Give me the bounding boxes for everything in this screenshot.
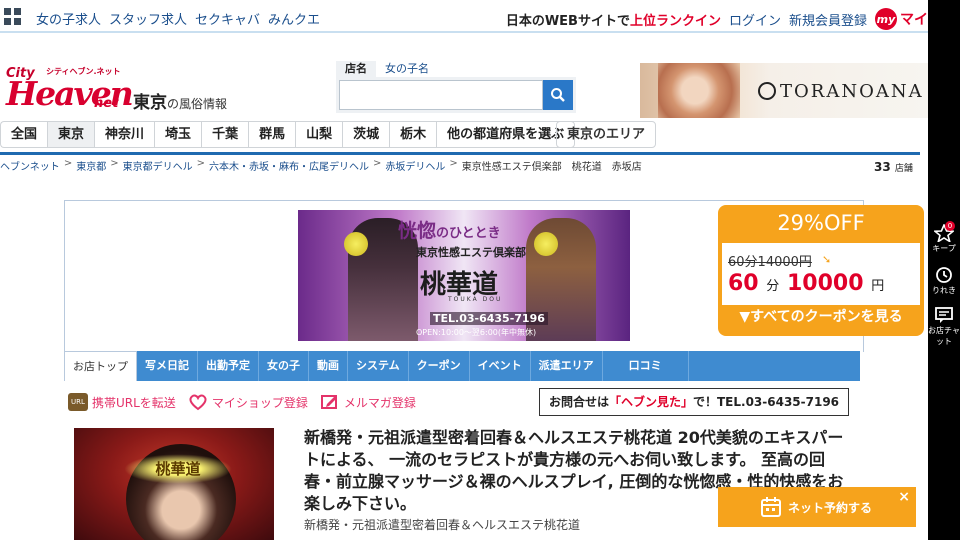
tab-event[interactable]: イベント xyxy=(470,351,531,381)
banner-logo-icon xyxy=(758,82,776,100)
tab-reviews[interactable]: 口コミ xyxy=(603,351,689,381)
tab-dispatch-area[interactable]: 派遣エリア xyxy=(531,351,603,381)
tab-system[interactable]: システム xyxy=(348,351,409,381)
banner-roman: TOUKA DOU xyxy=(448,296,503,303)
search-tabs: 店名 女の子名 xyxy=(336,61,438,77)
close-icon[interactable]: × xyxy=(898,489,910,505)
top-right-links: 日本のWEBサイトで上位ランクイン ログイン 新規会員登録 my マイ xyxy=(506,8,928,30)
breadcrumb-item[interactable]: ヘブンネット xyxy=(0,158,60,173)
send-mobile-url-button[interactable]: URL 携帯URLを転送 xyxy=(68,393,176,411)
banner-tel: TEL.03-6435-7196 xyxy=(430,312,548,325)
shop-chat-button[interactable]: お店チャット xyxy=(928,306,960,347)
right-sidebar-rail: 0 キープ りれき お店チャット xyxy=(928,0,960,540)
top-link-sekukyaba[interactable]: セクキャバ xyxy=(195,9,260,28)
my-badge-icon: my xyxy=(875,8,897,30)
pref-chiba[interactable]: 千葉 xyxy=(201,121,249,148)
region-title: 東京の風俗情報 xyxy=(133,93,228,113)
tab-photo-diary[interactable]: 写メ日記 xyxy=(137,351,198,381)
apps-grid-icon[interactable] xyxy=(4,8,21,25)
tab-schedule[interactable]: 出勤予定 xyxy=(198,351,259,381)
breadcrumb-item[interactable]: 東京都 xyxy=(76,158,106,173)
top-link-minkue[interactable]: みんクエ xyxy=(268,9,320,28)
search-box xyxy=(336,77,576,113)
banner-text: TORANOANA G xyxy=(758,81,928,102)
contact-info: お問合せは「ヘブン見た」で！TEL.03-6435-7196 xyxy=(539,388,849,416)
site-logo[interactable]: City シティヘブン.ネット Heaven net xyxy=(4,60,134,116)
pref-ibaraki[interactable]: 茨城 xyxy=(342,121,390,148)
banner-catch: 恍惚のひととき xyxy=(398,220,501,242)
tab-shop-top[interactable]: お店トップ xyxy=(64,351,137,381)
nav-divider xyxy=(0,152,920,155)
pref-saitama[interactable]: 埼玉 xyxy=(154,121,202,148)
breadcrumb-item[interactable]: 赤坂デリヘル xyxy=(385,158,445,173)
tokyo-area-button[interactable]: 東京のエリア xyxy=(556,121,657,148)
pref-other[interactable]: 他の都道府県を選ぶ xyxy=(436,121,576,148)
search-tab-shop[interactable]: 店名 xyxy=(336,61,376,77)
banner-hours: OPEN:10:00～翌6:00(年中無休) xyxy=(416,328,537,337)
coupon-discount: 29%OFF xyxy=(777,211,865,235)
all-coupons-link[interactable]: ▼すべてのクーポンを見る xyxy=(718,306,924,326)
keep-count-badge: 0 xyxy=(945,221,955,231)
top-links: 女の子求人 スタッフ求人 セクキャバ みんクエ xyxy=(36,9,320,28)
pref-tokyo[interactable]: 東京 xyxy=(47,121,95,148)
search-tab-girl[interactable]: 女の子名 xyxy=(376,61,438,77)
breadcrumb: ヘブンネット > 東京都 > 東京都デリヘル > 六本木・赤坂・麻布・広尾デリヘル > … xyxy=(0,158,642,173)
heart-icon xyxy=(188,393,208,411)
coupon-new-price: 60 分 10000 円 xyxy=(728,271,885,296)
coupon-body: 60分14000円 ➘ 60 分 10000 円 xyxy=(722,243,920,305)
banner-subtitle: 東京性感エステ倶楽部 xyxy=(416,246,526,259)
search-icon xyxy=(551,88,565,102)
qr-url-icon: URL xyxy=(68,393,88,411)
pref-yamanashi[interactable]: 山梨 xyxy=(295,121,343,148)
keep-button[interactable]: 0 キープ xyxy=(928,221,960,254)
mailmagazine-register-button[interactable]: メルマガ登録 xyxy=(320,393,416,411)
calendar-icon xyxy=(761,497,781,517)
top-link-staff-kyujin[interactable]: スタッフ求人 xyxy=(109,9,187,28)
banner-photo xyxy=(658,63,740,118)
history-icon xyxy=(936,267,952,283)
shop-actions: URL 携帯URLを転送 マイショップ登録 メルマガ登録 xyxy=(68,393,416,411)
prefecture-nav: 全国 東京 神奈川 埼玉 千葉 群馬 山梨 茨城 栃木 他の都道府県を選ぶ xyxy=(0,121,576,148)
shop-count: 33 店舗 xyxy=(874,160,913,174)
pref-zenkoku[interactable]: 全国 xyxy=(0,121,48,148)
tab-girls[interactable]: 女の子 xyxy=(259,351,309,381)
pref-kanagawa[interactable]: 神奈川 xyxy=(94,121,155,148)
pref-gunma[interactable]: 群馬 xyxy=(248,121,296,148)
ranking-text: 日本のWEBサイトで上位ランクイン xyxy=(505,13,721,29)
top-utility-bar: 女の子求人 スタッフ求人 セクキャバ みんクエ 日本のWEBサイトで上位ランクイ… xyxy=(0,0,928,33)
history-button[interactable]: りれき xyxy=(928,266,960,296)
search-button[interactable] xyxy=(543,80,573,110)
net-reserve-label: ネット予約する xyxy=(788,501,873,515)
shop-thumbnail[interactable]: 桃華道 xyxy=(74,428,274,540)
ad-banner[interactable]: TORANOANA G xyxy=(640,63,928,118)
net-reserve-button[interactable]: ネット予約する × xyxy=(718,487,916,527)
shop-subheadline: 新橋発・元祖派遣型密着回春＆ヘルスエステ桃花道 xyxy=(304,518,581,532)
top-link-joshi-kyujin[interactable]: 女の子求人 xyxy=(36,9,101,28)
thumbnail-seal: 桃華道 xyxy=(124,454,232,484)
breadcrumb-current: 東京性感エステ倶楽部 桃花道 赤坂店 xyxy=(461,162,642,173)
breadcrumb-item[interactable]: 東京都デリヘル xyxy=(123,158,193,173)
chat-icon xyxy=(935,307,953,323)
arrow-down-icon: ➘ xyxy=(822,253,832,266)
pref-tochigi[interactable]: 栃木 xyxy=(389,121,437,148)
tab-coupon[interactable]: クーポン xyxy=(409,351,470,381)
coupon-panel[interactable]: 29%OFF 60分14000円 ➘ 60 分 10000 円 ▼すべてのクーポ… xyxy=(718,205,924,336)
mail-edit-icon xyxy=(320,393,340,411)
search-input[interactable] xyxy=(339,80,543,110)
logo-net: net xyxy=(94,96,119,111)
shop-tabs: お店トップ 写メ日記 出勤予定 女の子 動画 システム クーポン イベント 派遣… xyxy=(64,351,860,381)
my-page-link[interactable]: my マイ xyxy=(875,8,928,30)
seal-icon xyxy=(344,232,368,256)
seal-icon xyxy=(534,232,558,256)
myshop-register-button[interactable]: マイショップ登録 xyxy=(188,393,308,411)
coupon-old-price: 60分14000円 xyxy=(728,255,812,270)
register-link[interactable]: 新規会員登録 xyxy=(789,10,867,29)
tab-video[interactable]: 動画 xyxy=(309,351,348,381)
shop-banner[interactable]: 恍惚のひととき 東京性感エステ倶楽部 桃華道 TOUKA DOU TEL.03-… xyxy=(298,210,630,341)
login-link[interactable]: ログイン xyxy=(729,10,781,29)
breadcrumb-item[interactable]: 六本木・赤坂・麻布・広尾デリヘル xyxy=(209,158,369,173)
